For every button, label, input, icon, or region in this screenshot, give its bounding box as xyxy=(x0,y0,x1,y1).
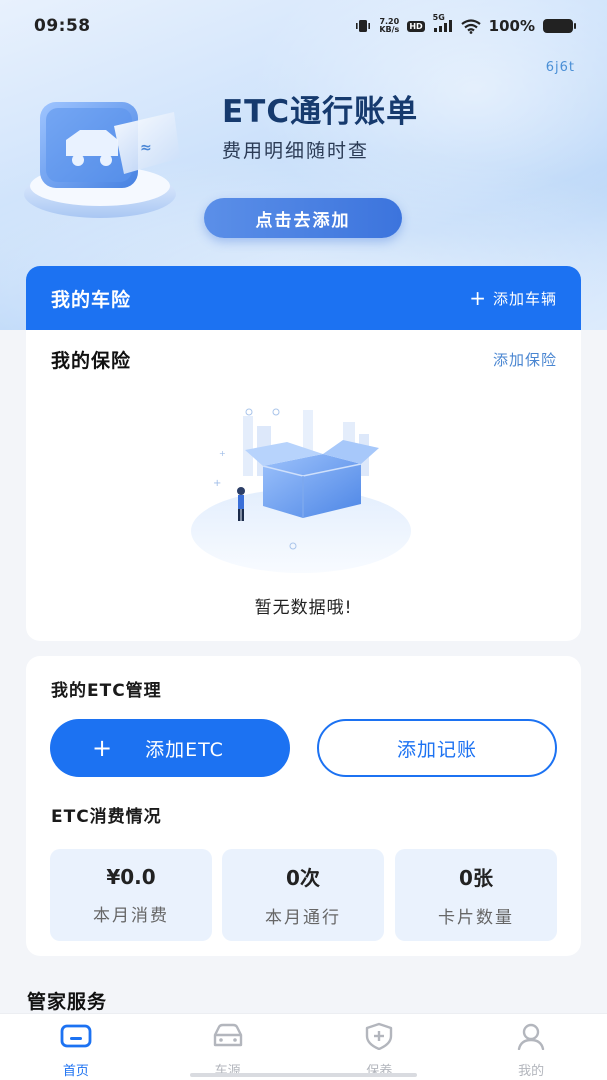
car-icon xyxy=(210,1022,246,1054)
add-record-button[interactable]: 添加记账 xyxy=(317,719,557,777)
nav-label: 首页 xyxy=(62,1064,89,1079)
hero-subtitle: 费用明细随时查 xyxy=(222,140,370,162)
nav-mine[interactable]: 我的 xyxy=(476,1022,586,1079)
my-insurance-title: 我的保险 xyxy=(51,350,132,372)
stat-value: 0张 xyxy=(459,866,493,890)
shield-plus-icon xyxy=(363,1022,395,1054)
net-speed-unit: KB/s xyxy=(379,25,400,34)
hd-badge: HD xyxy=(407,20,425,32)
net-speed: 7.20 KB/s xyxy=(379,18,399,34)
stat-label: 本月通行 xyxy=(265,908,341,928)
add-etc-button[interactable]: + 添加ETC xyxy=(50,719,290,777)
stat-card-count[interactable]: 0张 卡片数量 xyxy=(395,849,557,941)
car-insurance-header: 我的车险 + 添加车辆 xyxy=(26,266,581,330)
empty-box-illustration: + + xyxy=(183,406,423,581)
battery-icon xyxy=(543,19,576,33)
svg-text:≈: ≈ xyxy=(140,140,152,156)
user-icon xyxy=(515,1022,547,1054)
stat-value: ¥0.0 xyxy=(106,864,156,889)
add-vehicle-button[interactable]: + 添加车辆 xyxy=(469,288,557,309)
car-insurance-card: 我的车险 + 添加车辆 我的保险 添加保险 + + 暂无数据哦! xyxy=(26,266,581,641)
svg-text:+: + xyxy=(213,478,221,489)
bottom-nav: 首页 车源 保养 我的 xyxy=(0,1013,607,1080)
home-indicator[interactable] xyxy=(190,1073,417,1077)
svg-text:+: + xyxy=(219,449,226,458)
plus-icon: + xyxy=(469,286,487,310)
nav-home[interactable]: 首页 xyxy=(21,1022,131,1079)
status-time: 09:58 xyxy=(34,16,91,36)
status-icons: 7.20 KB/s HD 5G 100% xyxy=(355,13,576,35)
etc-management-title: 我的ETC管理 xyxy=(51,681,162,701)
network-type: 5G xyxy=(432,13,445,22)
stat-label: 卡片数量 xyxy=(438,908,514,928)
car-insurance-title: 我的车险 xyxy=(51,288,132,311)
plus-icon: + xyxy=(92,734,114,762)
hero-title: ETC通行账单 xyxy=(222,94,419,130)
empty-state-text: 暂无数据哦! xyxy=(254,598,353,618)
nav-maintenance[interactable]: 保养 xyxy=(324,1022,434,1079)
vibrate-icon xyxy=(355,19,371,33)
nav-car-source[interactable]: 车源 xyxy=(173,1022,283,1079)
stat-monthly-spend[interactable]: ¥0.0 本月消费 xyxy=(50,849,212,941)
add-vehicle-label: 添加车辆 xyxy=(492,289,557,308)
etc-consumption-title: ETC消费情况 xyxy=(51,807,162,827)
etc-management-card: 我的ETC管理 + 添加ETC 添加记账 ETC消费情况 ¥0.0 本月消费 0… xyxy=(26,656,581,956)
etc-card-icon: ≈ xyxy=(22,82,187,222)
steward-service-title: 管家服务 xyxy=(27,991,108,1013)
cellular-signal-icon: 5G xyxy=(433,13,453,33)
add-insurance-link[interactable]: 添加保险 xyxy=(493,349,557,370)
stat-monthly-trips[interactable]: 0次 本月通行 xyxy=(222,849,384,941)
status-bar: 09:58 7.20 KB/s HD 5G 100% xyxy=(0,0,607,52)
home-icon xyxy=(59,1022,93,1054)
nav-label: 我的 xyxy=(518,1064,545,1079)
my-insurance-row: 我的保险 添加保险 xyxy=(26,330,581,373)
add-etc-label: 添加ETC xyxy=(145,738,224,761)
corner-code: 6j6t xyxy=(545,60,575,75)
battery-percent: 100% xyxy=(488,17,535,35)
stat-label: 本月消费 xyxy=(93,905,169,926)
wifi-icon xyxy=(460,18,481,34)
hero-add-button[interactable]: 点击去添加 xyxy=(204,198,402,238)
stat-value: 0次 xyxy=(286,866,320,890)
